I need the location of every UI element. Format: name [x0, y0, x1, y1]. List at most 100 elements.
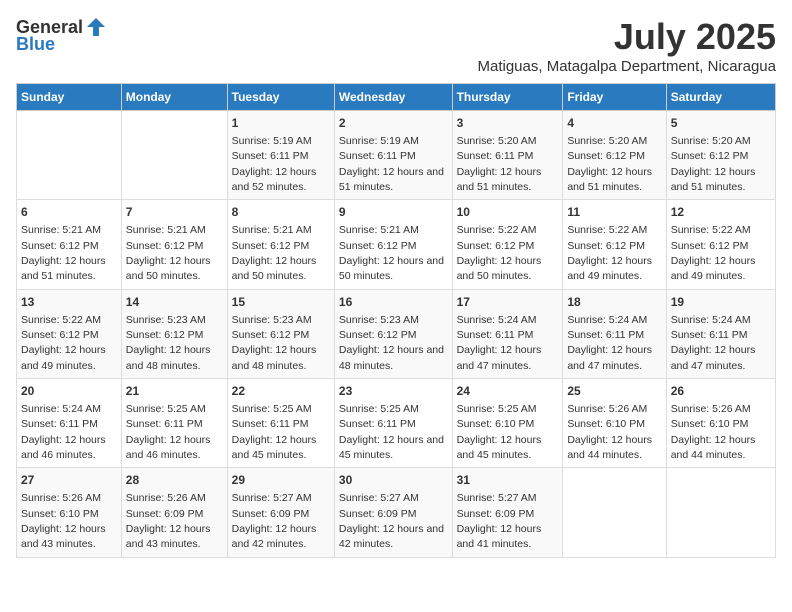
day-sunrise: Sunrise: 5:26 AM [21, 492, 101, 504]
day-sunrise: Sunrise: 5:27 AM [457, 492, 537, 504]
weekday-header-saturday: Saturday [666, 84, 775, 111]
day-sunset: Sunset: 6:12 PM [21, 240, 99, 252]
day-sunset: Sunset: 6:09 PM [232, 508, 310, 520]
day-number: 22 [232, 383, 330, 400]
day-sunrise: Sunrise: 5:20 AM [567, 135, 647, 147]
day-sunrise: Sunrise: 5:25 AM [126, 403, 206, 415]
calendar-cell: 25 Sunrise: 5:26 AM Sunset: 6:10 PM Dayl… [563, 379, 666, 468]
day-sunset: Sunset: 6:11 PM [457, 150, 534, 162]
calendar-cell: 15 Sunrise: 5:23 AM Sunset: 6:12 PM Dayl… [227, 289, 334, 378]
weekday-header-row: SundayMondayTuesdayWednesdayThursdayFrid… [17, 84, 776, 111]
calendar-cell: 23 Sunrise: 5:25 AM Sunset: 6:11 PM Dayl… [334, 379, 452, 468]
calendar-table: SundayMondayTuesdayWednesdayThursdayFrid… [16, 83, 776, 558]
calendar-week-row: 6 Sunrise: 5:21 AM Sunset: 6:12 PM Dayli… [17, 200, 776, 289]
day-sunrise: Sunrise: 5:21 AM [21, 224, 101, 236]
day-sunrise: Sunrise: 5:23 AM [232, 314, 312, 326]
calendar-cell [17, 111, 122, 200]
day-sunset: Sunset: 6:11 PM [126, 418, 203, 430]
day-number: 8 [232, 204, 330, 221]
day-daylight: Daylight: 12 hours and 49 minutes. [21, 344, 106, 371]
weekday-header-thursday: Thursday [452, 84, 563, 111]
day-daylight: Daylight: 12 hours and 50 minutes. [339, 255, 444, 282]
day-number: 3 [457, 115, 559, 132]
day-sunrise: Sunrise: 5:23 AM [126, 314, 206, 326]
day-number: 5 [671, 115, 771, 132]
day-sunrise: Sunrise: 5:25 AM [457, 403, 537, 415]
day-number: 28 [126, 472, 223, 489]
calendar-cell: 11 Sunrise: 5:22 AM Sunset: 6:12 PM Dayl… [563, 200, 666, 289]
day-daylight: Daylight: 12 hours and 44 minutes. [567, 434, 652, 461]
calendar-cell: 18 Sunrise: 5:24 AM Sunset: 6:11 PM Dayl… [563, 289, 666, 378]
day-sunset: Sunset: 6:11 PM [567, 329, 644, 341]
calendar-cell: 13 Sunrise: 5:22 AM Sunset: 6:12 PM Dayl… [17, 289, 122, 378]
calendar-cell: 12 Sunrise: 5:22 AM Sunset: 6:12 PM Dayl… [666, 200, 775, 289]
day-sunset: Sunset: 6:11 PM [457, 329, 534, 341]
calendar-cell: 16 Sunrise: 5:23 AM Sunset: 6:12 PM Dayl… [334, 289, 452, 378]
day-daylight: Daylight: 12 hours and 41 minutes. [457, 523, 542, 550]
calendar-cell: 20 Sunrise: 5:24 AM Sunset: 6:11 PM Dayl… [17, 379, 122, 468]
day-sunrise: Sunrise: 5:24 AM [21, 403, 101, 415]
weekday-header-friday: Friday [563, 84, 666, 111]
calendar-cell: 1 Sunrise: 5:19 AM Sunset: 6:11 PM Dayli… [227, 111, 334, 200]
day-sunset: Sunset: 6:11 PM [232, 150, 309, 162]
calendar-cell: 6 Sunrise: 5:21 AM Sunset: 6:12 PM Dayli… [17, 200, 122, 289]
day-number: 12 [671, 204, 771, 221]
day-daylight: Daylight: 12 hours and 50 minutes. [126, 255, 211, 282]
calendar-cell: 28 Sunrise: 5:26 AM Sunset: 6:09 PM Dayl… [121, 468, 227, 557]
day-sunset: Sunset: 6:12 PM [126, 240, 204, 252]
day-number: 18 [567, 294, 661, 311]
calendar-week-row: 1 Sunrise: 5:19 AM Sunset: 6:11 PM Dayli… [17, 111, 776, 200]
calendar-cell: 9 Sunrise: 5:21 AM Sunset: 6:12 PM Dayli… [334, 200, 452, 289]
day-daylight: Daylight: 12 hours and 51 minutes. [457, 166, 542, 193]
day-number: 27 [21, 472, 117, 489]
calendar-cell: 7 Sunrise: 5:21 AM Sunset: 6:12 PM Dayli… [121, 200, 227, 289]
day-daylight: Daylight: 12 hours and 42 minutes. [232, 523, 317, 550]
day-daylight: Daylight: 12 hours and 44 minutes. [671, 434, 756, 461]
day-sunrise: Sunrise: 5:20 AM [671, 135, 751, 147]
calendar-cell: 19 Sunrise: 5:24 AM Sunset: 6:11 PM Dayl… [666, 289, 775, 378]
day-number: 4 [567, 115, 661, 132]
day-number: 30 [339, 472, 448, 489]
weekday-header-tuesday: Tuesday [227, 84, 334, 111]
day-sunset: Sunset: 6:12 PM [671, 240, 749, 252]
day-sunrise: Sunrise: 5:25 AM [232, 403, 312, 415]
day-sunrise: Sunrise: 5:21 AM [126, 224, 206, 236]
day-sunrise: Sunrise: 5:21 AM [339, 224, 419, 236]
day-sunset: Sunset: 6:12 PM [567, 150, 645, 162]
calendar-cell: 14 Sunrise: 5:23 AM Sunset: 6:12 PM Dayl… [121, 289, 227, 378]
calendar-cell: 29 Sunrise: 5:27 AM Sunset: 6:09 PM Dayl… [227, 468, 334, 557]
day-number: 15 [232, 294, 330, 311]
day-daylight: Daylight: 12 hours and 48 minutes. [232, 344, 317, 371]
page-header: General Blue July 2025 Matiguas, Matagal… [16, 16, 776, 75]
day-daylight: Daylight: 12 hours and 51 minutes. [671, 166, 756, 193]
day-sunset: Sunset: 6:10 PM [21, 508, 99, 520]
day-daylight: Daylight: 12 hours and 45 minutes. [457, 434, 542, 461]
logo-blue-text: Blue [16, 34, 55, 55]
day-sunset: Sunset: 6:09 PM [126, 508, 204, 520]
day-sunrise: Sunrise: 5:27 AM [339, 492, 419, 504]
day-number: 21 [126, 383, 223, 400]
day-number: 31 [457, 472, 559, 489]
day-sunrise: Sunrise: 5:24 AM [567, 314, 647, 326]
day-number: 16 [339, 294, 448, 311]
day-sunset: Sunset: 6:12 PM [126, 329, 204, 341]
day-daylight: Daylight: 12 hours and 49 minutes. [567, 255, 652, 282]
day-number: 17 [457, 294, 559, 311]
day-number: 29 [232, 472, 330, 489]
day-sunset: Sunset: 6:12 PM [232, 329, 310, 341]
day-daylight: Daylight: 12 hours and 50 minutes. [232, 255, 317, 282]
day-daylight: Daylight: 12 hours and 46 minutes. [126, 434, 211, 461]
day-daylight: Daylight: 12 hours and 43 minutes. [126, 523, 211, 550]
day-sunrise: Sunrise: 5:22 AM [21, 314, 101, 326]
day-daylight: Daylight: 12 hours and 45 minutes. [232, 434, 317, 461]
day-sunset: Sunset: 6:10 PM [457, 418, 535, 430]
day-sunrise: Sunrise: 5:20 AM [457, 135, 537, 147]
logo: General Blue [16, 16, 107, 55]
day-number: 10 [457, 204, 559, 221]
day-number: 6 [21, 204, 117, 221]
month-title: July 2025 [478, 16, 777, 58]
location-subtitle: Matiguas, Matagalpa Department, Nicaragu… [478, 58, 777, 75]
day-sunset: Sunset: 6:12 PM [339, 240, 417, 252]
day-daylight: Daylight: 12 hours and 47 minutes. [567, 344, 652, 371]
day-number: 25 [567, 383, 661, 400]
